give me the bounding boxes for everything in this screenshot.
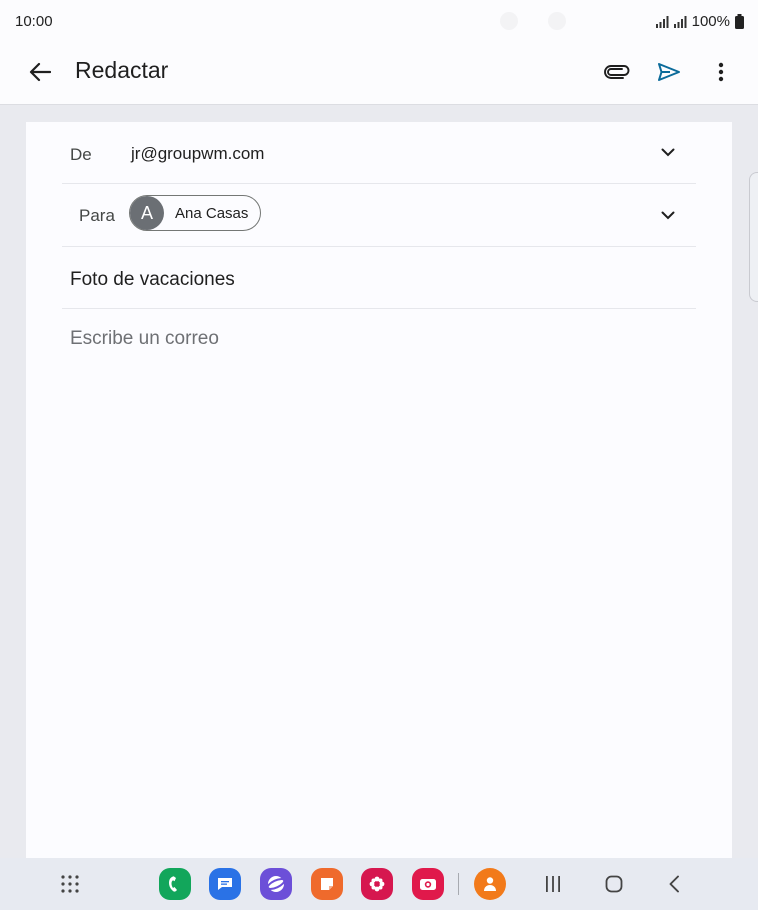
home-icon[interactable] [597, 867, 631, 901]
chevron-down-icon[interactable] [658, 205, 678, 225]
body-field[interactable]: Escribe un correo [70, 328, 219, 350]
recipient-chip[interactable]: A Ana Casas [129, 195, 261, 231]
status-time: 10:00 [15, 13, 53, 30]
to-label: Para [79, 206, 115, 225]
battery-icon [735, 14, 744, 29]
status-indicators: 100% [655, 13, 744, 30]
from-label: De [70, 145, 92, 164]
from-row[interactable]: De jr@groupwm.com [62, 122, 696, 184]
from-address[interactable]: jr@groupwm.com [131, 144, 264, 164]
phone-icon[interactable] [158, 867, 192, 901]
notes-icon[interactable] [310, 867, 344, 901]
taskbar [0, 858, 758, 910]
recents-icon[interactable] [536, 867, 570, 901]
status-bar: 10:00 100% [0, 0, 758, 44]
apps-grid-icon[interactable] [53, 867, 87, 901]
contacts-icon[interactable] [473, 867, 507, 901]
internet-icon[interactable] [259, 867, 293, 901]
taskbar-divider [458, 873, 459, 895]
camera-icon[interactable] [411, 867, 445, 901]
subject-row[interactable]: Foto de vacaciones [62, 247, 696, 309]
more-vert-icon[interactable] [704, 55, 738, 89]
app-bar: Redactar [0, 44, 758, 105]
avatar: A [130, 196, 164, 230]
battery-percent: 100% [691, 13, 730, 30]
signal-icon [655, 15, 669, 28]
compose-sheet: De jr@groupwm.com Para A Ana Casas Foto … [26, 122, 732, 858]
chevron-down-icon[interactable] [658, 142, 678, 162]
paperclip-icon[interactable] [600, 55, 634, 89]
camera-cutout [500, 12, 566, 30]
send-icon[interactable] [652, 55, 686, 89]
messages-icon[interactable] [208, 867, 242, 901]
back-arrow-icon[interactable] [24, 56, 56, 88]
back-icon[interactable] [657, 867, 691, 901]
recipient-name: Ana Casas [175, 204, 249, 222]
subject-field[interactable]: Foto de vacaciones [70, 269, 235, 291]
gallery-icon[interactable] [360, 867, 394, 901]
page-title: Redactar [75, 57, 169, 83]
to-row[interactable]: Para A Ana Casas [62, 184, 696, 247]
edge-panel-handle[interactable] [749, 172, 758, 302]
signal-icon-2 [673, 15, 687, 28]
